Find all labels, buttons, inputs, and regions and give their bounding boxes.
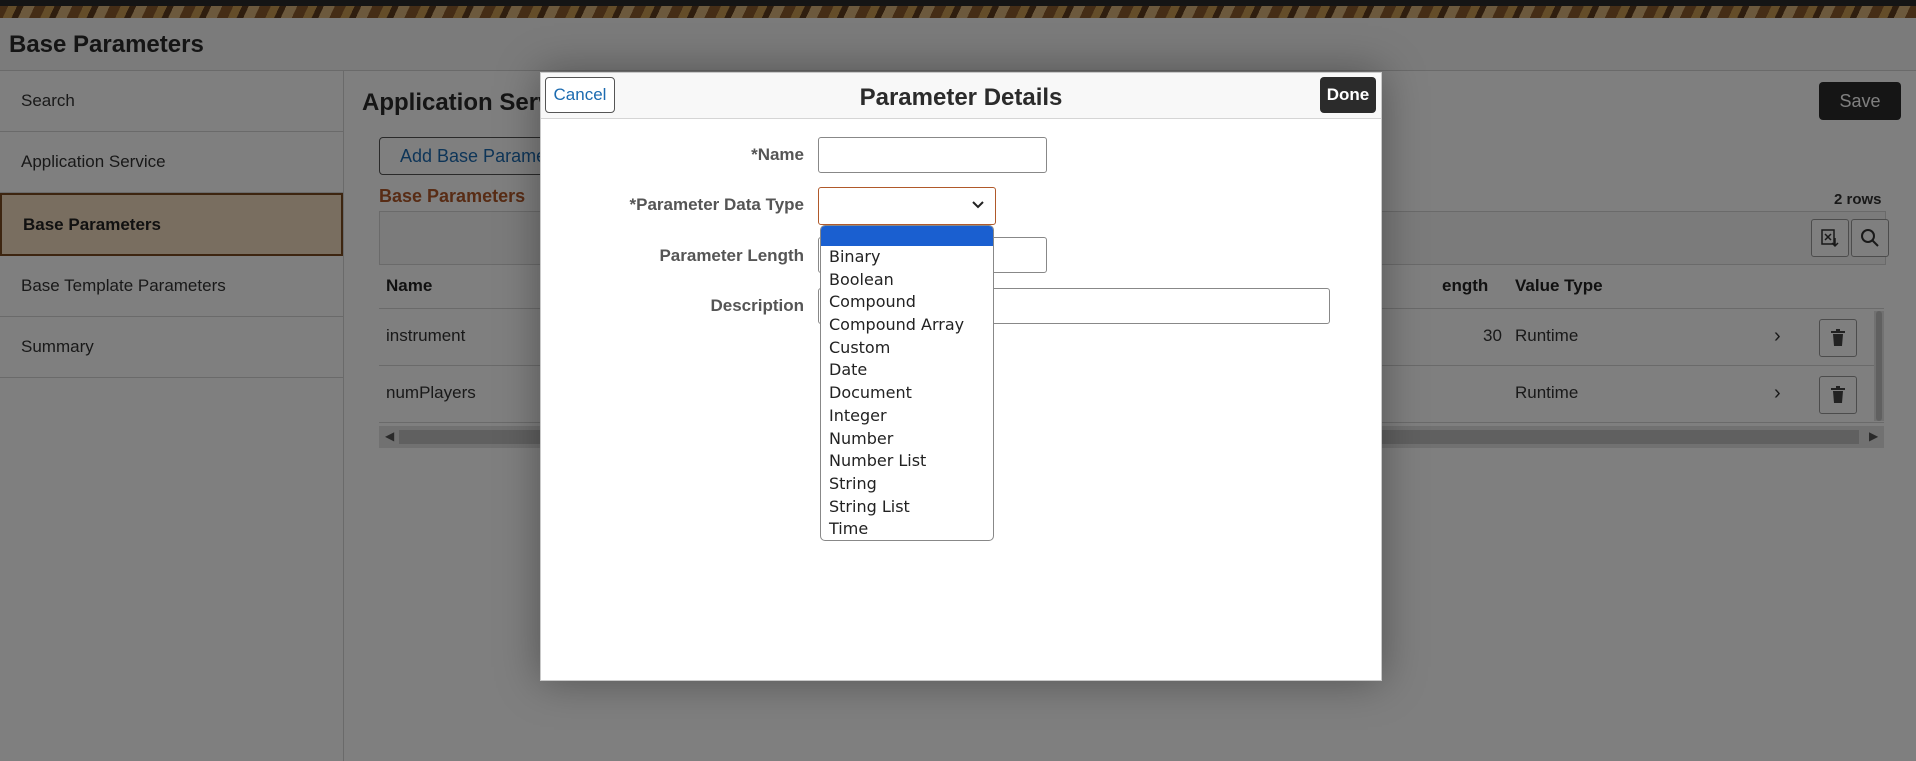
dropdown-option-date[interactable]: Date xyxy=(821,359,993,382)
modal-title: Parameter Details xyxy=(859,84,1063,111)
done-button[interactable]: Done xyxy=(1320,77,1376,113)
dropdown-option-custom[interactable]: Custom xyxy=(821,337,993,360)
dropdown-option-binary[interactable]: Binary xyxy=(821,246,993,269)
data-type-select[interactable] xyxy=(818,187,996,225)
dropdown-option-number-list[interactable]: Number List xyxy=(821,450,993,473)
dropdown-option-number[interactable]: Number xyxy=(821,428,993,451)
description-label: Description xyxy=(710,296,804,315)
data-type-dropdown-list[interactable]: Binary Boolean Compound Compound Array C… xyxy=(820,225,994,541)
dropdown-option-time[interactable]: Time xyxy=(821,518,993,540)
dropdown-option-integer[interactable]: Integer xyxy=(821,405,993,428)
chevron-down-icon xyxy=(972,201,984,209)
dropdown-option-string-list[interactable]: String List xyxy=(821,496,993,519)
name-label: *Name xyxy=(751,145,804,164)
name-field[interactable] xyxy=(818,137,1047,173)
dropdown-option-document[interactable]: Document xyxy=(821,382,993,405)
modal-header: Parameter Details Cancel Done xyxy=(541,73,1381,119)
data-type-label: *Parameter Data Type xyxy=(629,195,805,214)
parameter-length-label: Parameter Length xyxy=(659,246,804,265)
dropdown-option-blank[interactable] xyxy=(821,226,993,246)
dropdown-option-string[interactable]: String xyxy=(821,473,993,496)
cancel-button[interactable]: Cancel xyxy=(545,77,615,113)
dropdown-option-boolean[interactable]: Boolean xyxy=(821,269,993,292)
dropdown-option-compound[interactable]: Compound xyxy=(821,291,993,314)
dropdown-option-compound-array[interactable]: Compound Array xyxy=(821,314,993,337)
